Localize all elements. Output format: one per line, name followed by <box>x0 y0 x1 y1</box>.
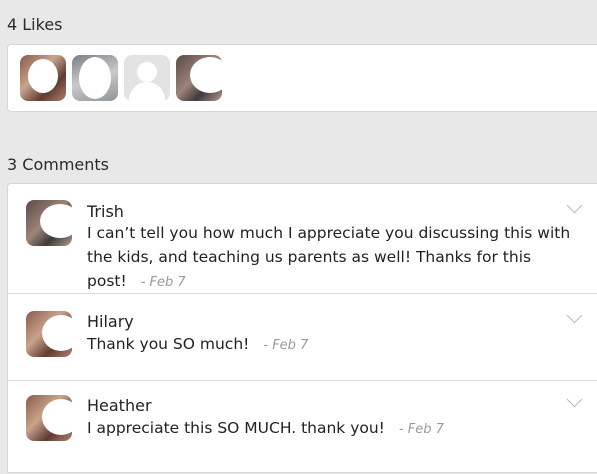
commenter-name[interactable]: Heather <box>87 396 152 415</box>
comment-text: Thank you SO much! - Feb 7 <box>87 332 577 358</box>
comment-date: - Feb 7 <box>398 422 444 437</box>
comments-count-heading: 3 Comments <box>7 155 109 174</box>
comment-item: Hilary Thank you SO much! - Feb 7 <box>8 294 597 381</box>
commenter-avatar[interactable] <box>26 200 72 246</box>
likes-count-heading: 4 Likes <box>7 15 63 34</box>
chevron-down-icon[interactable] <box>566 197 583 214</box>
commenter-avatar[interactable] <box>26 395 72 441</box>
commenter-name[interactable]: Hilary <box>87 312 134 331</box>
liker-avatar[interactable] <box>176 55 222 101</box>
liker-avatar[interactable] <box>20 55 66 101</box>
liker-avatar[interactable] <box>72 55 118 101</box>
liker-avatars <box>20 55 222 101</box>
comment-body: Thank you SO much! <box>87 335 250 353</box>
comment-date: - Feb 7 <box>140 275 186 290</box>
chevron-down-icon[interactable] <box>566 307 583 324</box>
comment-item: Heather I appreciate this SO MUCH. thank… <box>8 381 597 474</box>
comments-card: Trish I can’t tell you how much I apprec… <box>7 183 597 473</box>
comment-date: - Feb 7 <box>263 338 309 353</box>
default-user-avatar[interactable] <box>124 55 170 101</box>
chevron-down-icon[interactable] <box>566 391 583 408</box>
comment-text: I appreciate this SO MUCH. thank you! - F… <box>87 416 577 442</box>
commenter-avatar[interactable] <box>26 311 72 357</box>
comment-body: I appreciate this SO MUCH. thank you! <box>87 419 385 437</box>
commenter-name[interactable]: Trish <box>87 202 124 221</box>
likes-card <box>7 44 597 112</box>
comment-text: I can’t tell you how much I appreciate y… <box>87 221 577 295</box>
comment-item: Trish I can’t tell you how much I apprec… <box>8 184 597 294</box>
